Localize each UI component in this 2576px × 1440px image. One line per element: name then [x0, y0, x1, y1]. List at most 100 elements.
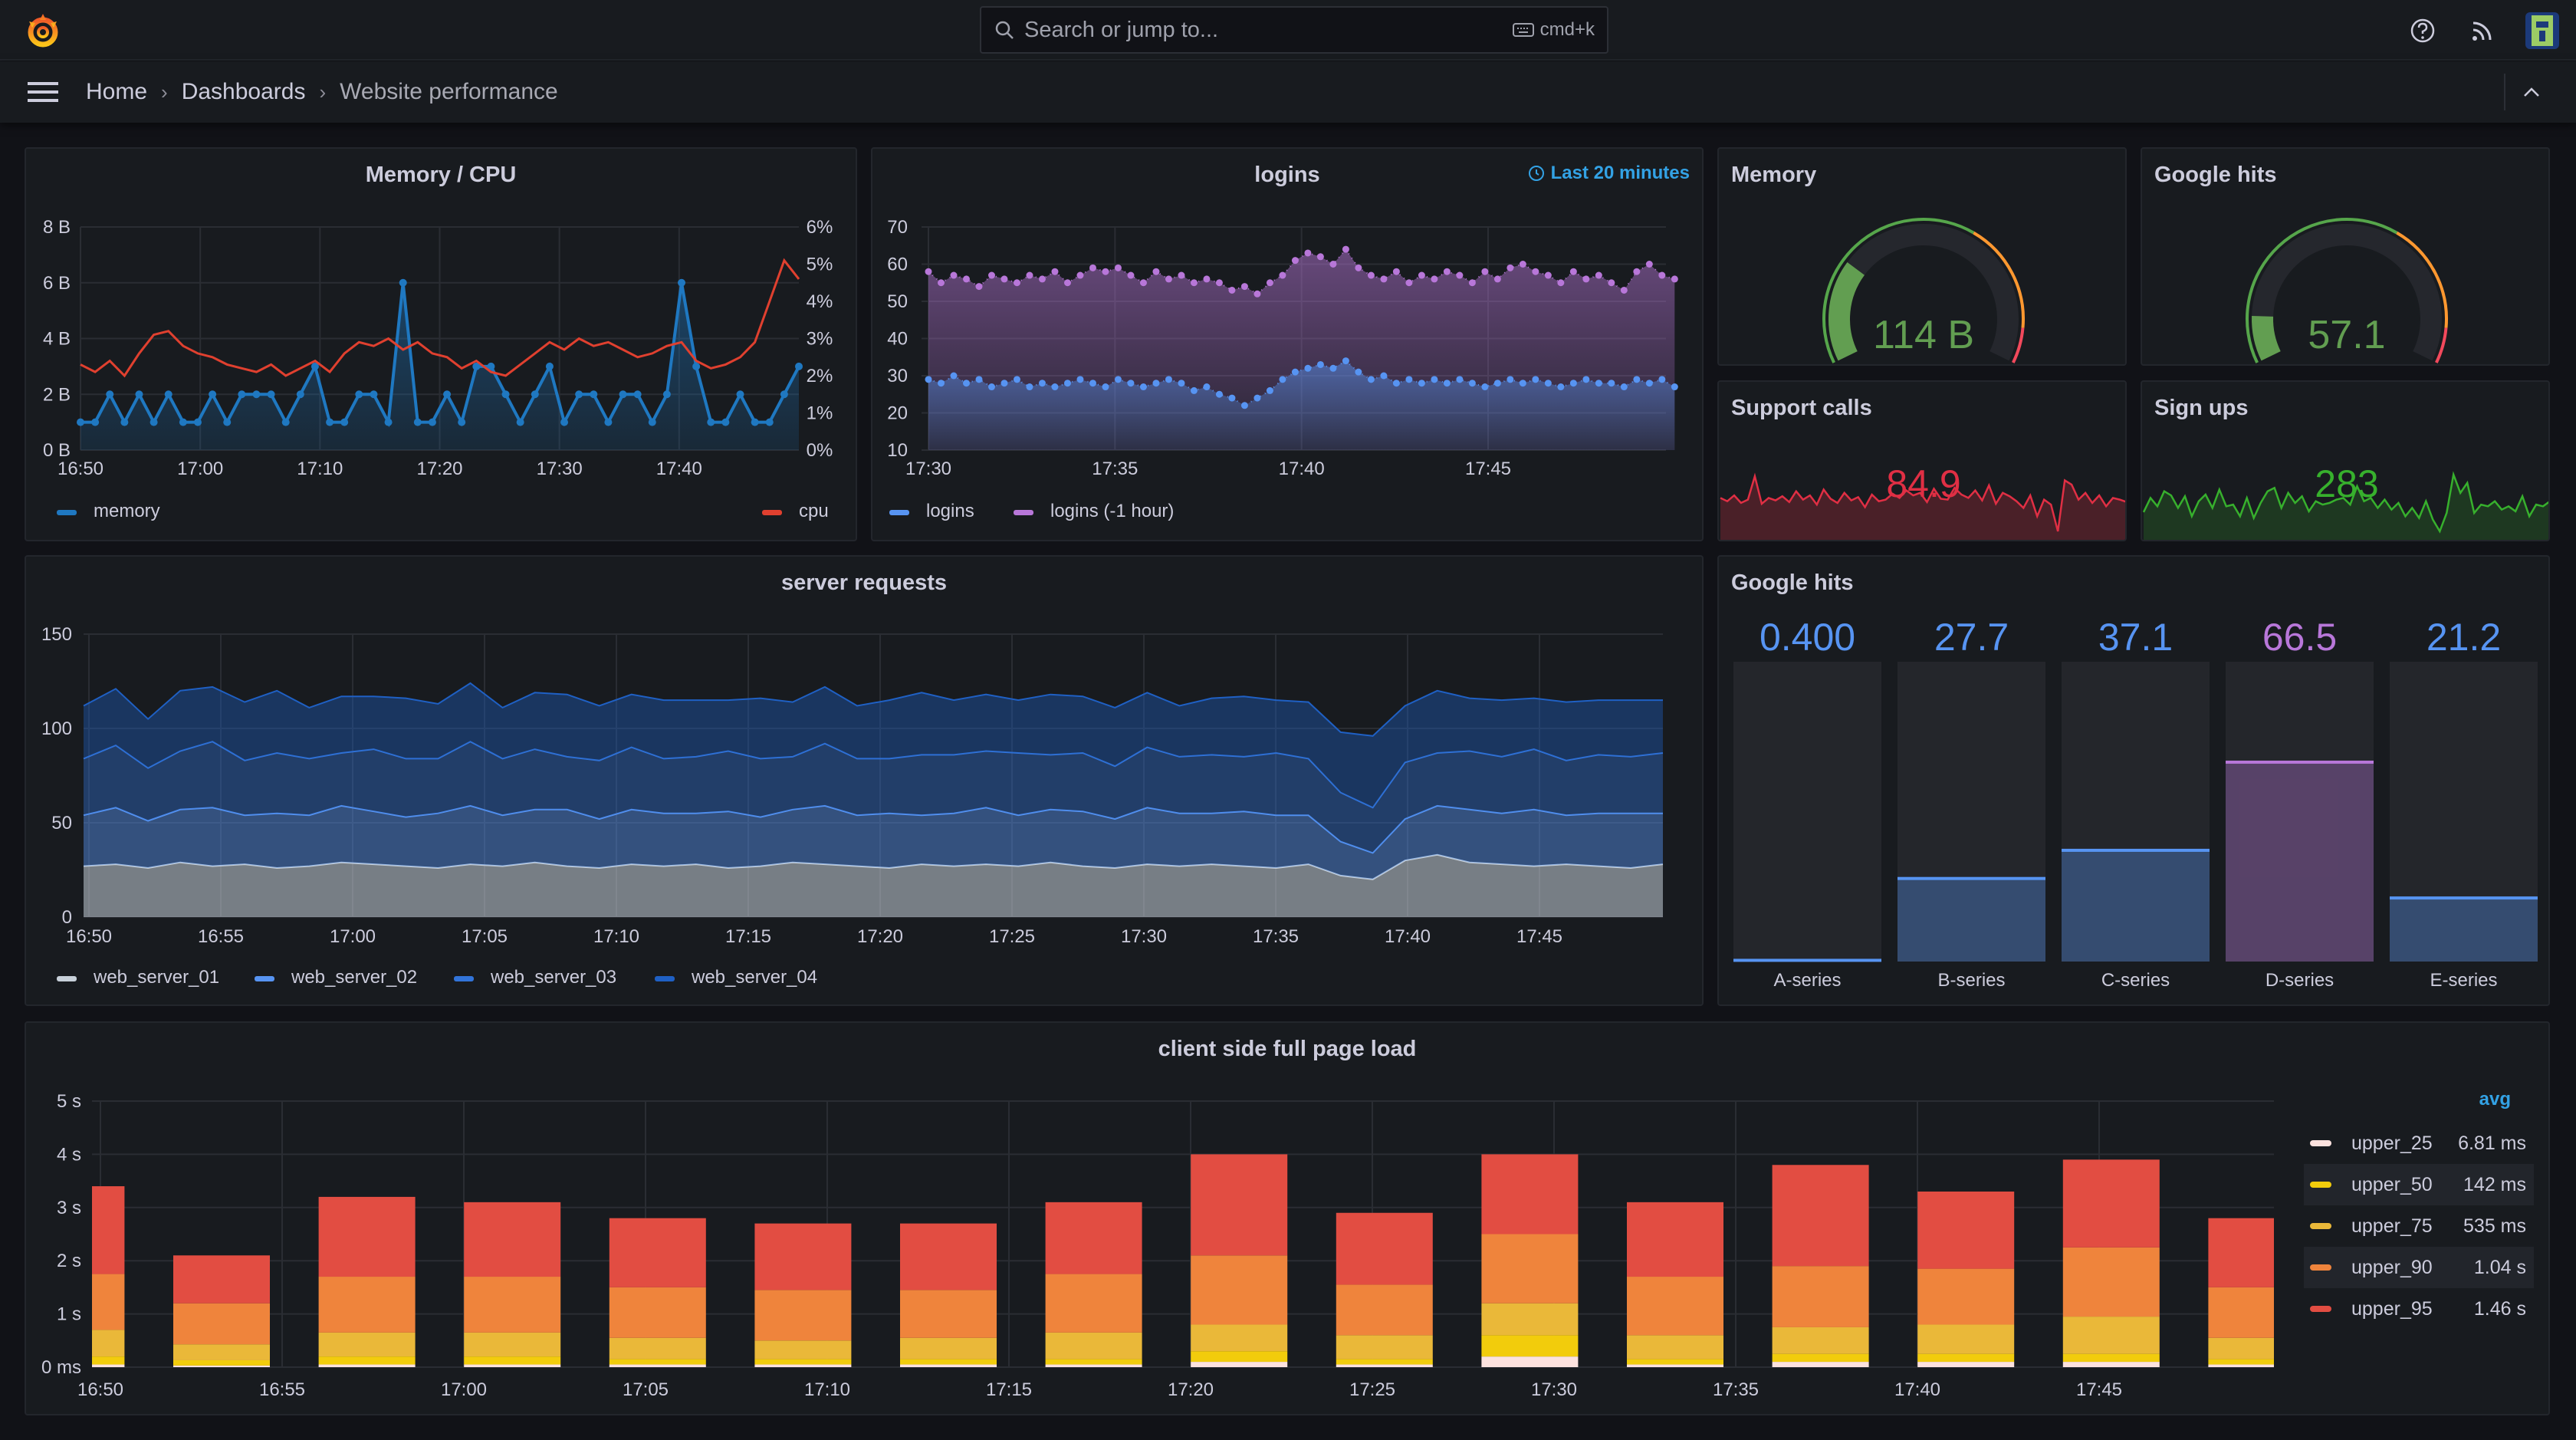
help-icon[interactable]: [2407, 15, 2438, 46]
x-tick-label: 17:20: [416, 459, 462, 479]
grafana-logo[interactable]: [23, 11, 63, 51]
breadcrumb-dashboards[interactable]: Dashboards: [182, 79, 306, 105]
series-point: [1304, 364, 1312, 372]
series-point: [1127, 271, 1135, 279]
search-input[interactable]: Search or jump to... cmd+k: [980, 6, 1608, 54]
bar-segment-upper_50: [1772, 1353, 1869, 1363]
legend-label[interactable]: web_server_02: [291, 967, 417, 988]
legend-item[interactable]: upper_25 6.81 ms: [2304, 1123, 2534, 1164]
series-point: [1316, 253, 1324, 261]
keyboard-icon: [1512, 23, 1534, 37]
series-point: [1367, 271, 1375, 279]
x-tick-label: 17:05: [462, 926, 508, 947]
series-point: [987, 271, 995, 279]
panel-title[interactable]: client side full page load: [26, 1037, 2548, 1062]
legend-item[interactable]: upper_95 1.46 s: [2304, 1288, 2534, 1330]
bar-segment-upper_90: [173, 1303, 270, 1345]
series-point: [1506, 264, 1514, 271]
x-tick-label: 17:00: [441, 1379, 487, 1400]
panel-title[interactable]: Memory / CPU: [26, 163, 856, 188]
bar-segment-upper_75: [754, 1340, 852, 1359]
legend-item[interactable]: upper_90 1.04 s: [2304, 1247, 2534, 1288]
series-point: [1380, 275, 1388, 283]
bar-fill: [2226, 761, 2374, 962]
x-tick-label: 17:40: [656, 459, 702, 479]
legend-header-avg[interactable]: avg: [2304, 1089, 2534, 1123]
legend-swatch: [57, 510, 77, 515]
menu-icon[interactable]: [28, 80, 58, 104]
y-tick-label: 8 B: [43, 217, 71, 238]
legend-swatch: [762, 510, 782, 515]
bar-segment-upper_90: [754, 1290, 852, 1341]
bar-segment-upper_95: [1627, 1202, 1723, 1277]
bar-segment-upper_25: [2208, 1364, 2274, 1367]
bar-label: E-series: [2430, 970, 2497, 991]
bar-segment-upper_50: [1191, 1351, 1288, 1363]
legend-avg-value: 535 ms: [2463, 1215, 2526, 1237]
series-point: [975, 283, 983, 291]
legend-swatch: [2310, 1264, 2331, 1271]
series-point: [1582, 275, 1590, 283]
memory-point: [545, 362, 554, 370]
panel-title[interactable]: server requests: [26, 570, 1702, 596]
series-point: [1645, 380, 1653, 387]
panel-support-calls: 84.9 Support calls: [1717, 380, 2127, 541]
y-tick-label: 4 s: [57, 1144, 81, 1165]
search-icon: [995, 21, 1014, 39]
chevron-up-icon: [2524, 87, 2539, 97]
panel-title[interactable]: Support calls: [1731, 396, 2125, 421]
panel-memory-cpu: 0 B 2 B 4 B 6 B 8 B 0% 1% 2% 3% 4% 5% 6% 16:50 17:00 1…: [25, 147, 857, 541]
bar-segment-upper_95: [754, 1223, 852, 1290]
series-point: [1443, 268, 1451, 275]
series-point: [1380, 372, 1388, 380]
bar-segment-upper_50: [1336, 1359, 1433, 1365]
series-point: [1544, 271, 1552, 279]
legend-label[interactable]: logins: [926, 501, 974, 521]
legend-label[interactable]: logins (-1 hour): [1050, 501, 1174, 521]
series-point: [1468, 380, 1476, 387]
bar-segment-upper_25: [754, 1364, 852, 1367]
series-point: [1633, 376, 1641, 383]
series-point: [1026, 383, 1033, 391]
x-tick-label: 17:15: [725, 926, 771, 947]
bar-segment-upper_25: [1191, 1362, 1288, 1367]
bar-segment-upper_50: [1045, 1359, 1142, 1365]
bar-segment-upper_95: [464, 1202, 561, 1277]
bar-segment-upper_50: [754, 1359, 852, 1365]
rss-icon[interactable]: [2467, 15, 2498, 46]
series-point: [1026, 271, 1033, 279]
panel-title[interactable]: Sign ups: [2154, 396, 2548, 421]
bar-segment-upper_50: [2062, 1353, 2160, 1363]
panel-title[interactable]: Google hits: [2154, 163, 2548, 188]
memory-point: [707, 418, 715, 426]
bar-value: 0.400: [1760, 616, 1855, 659]
bar-segment-upper_50: [1627, 1359, 1723, 1365]
legend-label[interactable]: web_server_01: [93, 967, 219, 988]
y-tick-label: 3 s: [57, 1198, 81, 1218]
panel-title[interactable]: Google hits: [1731, 570, 2548, 596]
panel-title[interactable]: Memory: [1731, 163, 2125, 188]
collapse-button[interactable]: [2504, 74, 2558, 110]
breadcrumb-home[interactable]: Home: [86, 79, 147, 105]
series-point: [1418, 271, 1425, 279]
series-point: [937, 279, 945, 287]
series-point: [1291, 257, 1299, 265]
legend-label[interactable]: memory: [94, 501, 160, 521]
memory-point: [223, 418, 232, 426]
legend-label[interactable]: cpu: [799, 501, 829, 521]
y-tick-label: 30: [887, 366, 908, 386]
series-point: [1051, 383, 1059, 391]
legend-label[interactable]: web_server_03: [490, 967, 616, 988]
memory-point: [751, 418, 759, 426]
series-point: [1089, 380, 1096, 387]
bar-segment-upper_90: [1917, 1268, 2015, 1325]
bar-segment-upper_90: [900, 1290, 997, 1338]
bar-segment-upper_95: [1481, 1154, 1579, 1235]
legend-item[interactable]: upper_75 535 ms: [2304, 1205, 2534, 1247]
y2-tick-label: 5%: [807, 255, 833, 275]
series-point: [1266, 279, 1273, 287]
avatar[interactable]: [2525, 12, 2559, 49]
legend-label[interactable]: web_server_04: [691, 967, 817, 988]
legend-item[interactable]: upper_50 142 ms: [2304, 1164, 2534, 1205]
series-point: [1532, 376, 1539, 383]
